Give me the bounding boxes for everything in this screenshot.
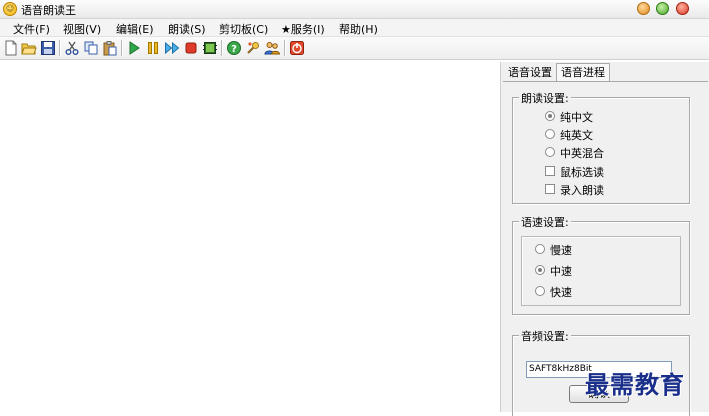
option-label: 中英混合 xyxy=(560,147,604,160)
toolbar: ? xyxy=(0,37,709,60)
option-label: 录入朗读 xyxy=(560,184,604,197)
option-label: 快速 xyxy=(550,286,572,299)
radio-slow[interactable] xyxy=(535,244,545,254)
tab-voice-settings[interactable]: 语音设置 xyxy=(505,64,555,81)
power-icon[interactable] xyxy=(289,40,305,56)
title-bar: ☺ 语音朗读王 xyxy=(0,0,709,19)
paste-icon[interactable] xyxy=(102,40,118,56)
audio-settings-legend: 音频设置: xyxy=(519,328,571,344)
window-title: 语音朗读王 xyxy=(21,4,76,17)
tab-divider xyxy=(503,81,708,82)
text-editor-area[interactable] xyxy=(0,62,498,412)
save-icon[interactable] xyxy=(40,40,56,56)
copy-icon[interactable] xyxy=(83,40,99,56)
speed-settings-group: 语速设置: 慢速 中速 快速 xyxy=(512,214,690,315)
menu-file[interactable]: 文件(F) xyxy=(13,21,50,37)
radio-mixed[interactable] xyxy=(545,147,555,157)
speed-options-box xyxy=(521,236,681,306)
app-smiley-icon: ☺ xyxy=(3,2,17,16)
watermark-text: 最需教育 xyxy=(585,371,685,399)
menu-clipboard[interactable]: 剪切板(C) xyxy=(219,21,268,37)
new-file-icon[interactable] xyxy=(3,40,19,56)
option-label: 中速 xyxy=(550,265,572,278)
pause-icon[interactable] xyxy=(145,40,161,56)
option-label: 纯中文 xyxy=(560,111,593,124)
menu-read[interactable]: 朗读(S) xyxy=(168,21,206,37)
menu-service[interactable]: ★服务(I) xyxy=(281,21,325,37)
menu-edit[interactable]: 编辑(E) xyxy=(116,21,154,37)
radio-pure-chinese[interactable] xyxy=(545,111,555,121)
option-label: 鼠标选读 xyxy=(560,166,604,179)
fast-forward-icon[interactable] xyxy=(164,40,180,56)
option-label: 慢速 xyxy=(550,244,572,257)
checkbox-mouse-select-read[interactable] xyxy=(545,166,555,176)
radio-medium[interactable] xyxy=(535,265,545,275)
open-folder-icon[interactable] xyxy=(21,40,37,56)
menu-help[interactable]: 帮助(H) xyxy=(339,21,378,37)
menu-view[interactable]: 视图(V) xyxy=(63,21,101,37)
close-button[interactable] xyxy=(676,2,689,15)
cut-icon[interactable] xyxy=(64,40,80,56)
option-label: 纯英文 xyxy=(560,129,593,142)
minimize-button[interactable] xyxy=(637,2,650,15)
stop-icon[interactable] xyxy=(183,40,199,56)
reading-settings-group: 朗读设置: 纯中文 纯英文 中英混合 鼠标选读 录入朗读 xyxy=(512,90,690,204)
settings-panel: 语音设置 语音进程 朗读设置: 纯中文 纯英文 中英混合 鼠标选读 录入朗读 语… xyxy=(500,62,709,416)
radio-pure-english[interactable] xyxy=(545,129,555,139)
checkbox-input-read[interactable] xyxy=(545,184,555,194)
users-icon[interactable] xyxy=(264,40,280,56)
reading-settings-legend: 朗读设置: xyxy=(519,90,571,106)
menu-bar: 文件(F) 视图(V) 编辑(E) 朗读(S) 剪切板(C) ★服务(I) 帮助… xyxy=(0,19,709,37)
speed-settings-legend: 语速设置: xyxy=(519,214,571,230)
tools-icon[interactable] xyxy=(245,40,261,56)
radio-fast[interactable] xyxy=(535,286,545,296)
maximize-button[interactable] xyxy=(656,2,669,15)
help-icon[interactable]: ? xyxy=(226,40,242,56)
svg-text:?: ? xyxy=(231,44,237,55)
record-icon[interactable] xyxy=(202,40,218,56)
tab-voice-progress[interactable]: 语音进程 xyxy=(556,63,610,81)
play-icon[interactable] xyxy=(126,40,142,56)
